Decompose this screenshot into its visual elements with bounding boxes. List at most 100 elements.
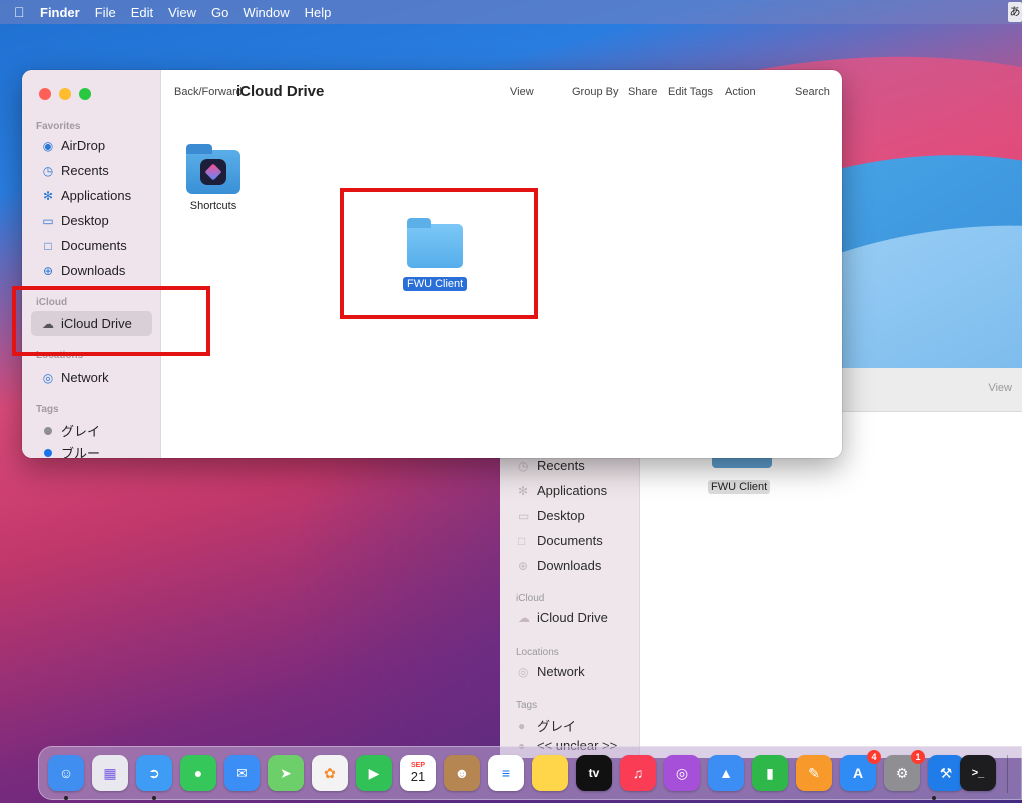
xcode-icon[interactable]: ⚒	[928, 755, 964, 791]
minimize-button[interactable]	[59, 88, 71, 100]
window-controls	[39, 88, 91, 100]
zoom-button[interactable]	[79, 88, 91, 100]
document-icon: □	[518, 533, 526, 548]
sidebar-header-favorites: Favorites	[36, 121, 81, 132]
background-view-button[interactable]: View	[988, 382, 1012, 394]
sidebar-item-label: Desktop	[537, 508, 585, 523]
sidebar-item-label: AirDrop	[61, 138, 106, 153]
running-indicator	[932, 796, 936, 800]
download-icon: ⊕	[518, 558, 529, 573]
bg-folder-label[interactable]: FWU Client	[708, 480, 771, 494]
messages-icon[interactable]: ●	[180, 755, 216, 791]
maps-icon[interactable]: ➤	[268, 755, 304, 791]
menu-finder[interactable]: Finder	[40, 5, 80, 20]
input-source-indicator[interactable]: あ	[1008, 2, 1022, 22]
cloud-icon: ☁	[518, 610, 530, 625]
tag-dot-icon	[44, 448, 52, 457]
finder-icon[interactable]: ☺	[48, 755, 84, 791]
sidebar-item-documents[interactable]: □ Documents	[36, 233, 151, 258]
document-icon: □	[44, 238, 52, 253]
menu-file[interactable]: File	[95, 5, 116, 20]
bg-sidebar-item-desktop[interactable]: ▭ Desktop	[518, 508, 585, 523]
share-button[interactable]: Share	[628, 86, 657, 98]
menu-bar:  Finder File Edit View Go Window Help あ	[0, 0, 1022, 24]
contacts-icon[interactable]: ☻	[444, 755, 480, 791]
music-icon[interactable]: ♫	[620, 755, 656, 791]
sidebar-item-network[interactable]: ◎ Network	[36, 365, 151, 390]
bg-sidebar-item-recents[interactable]: ◷ Recents	[518, 458, 585, 473]
sidebar-item-label: Downloads	[537, 558, 602, 573]
sidebar-item-label: Applications	[61, 188, 132, 203]
menu-help[interactable]: Help	[305, 5, 332, 20]
globe-icon: ◎	[42, 370, 54, 385]
keynote-icon[interactable]: ▲	[708, 755, 744, 791]
action-button[interactable]: Action	[725, 86, 756, 98]
menu-view[interactable]: View	[168, 5, 196, 20]
clock-icon: ◷	[42, 163, 54, 178]
sidebar-item-label: Recents	[61, 163, 109, 178]
bg-sidebar-item-documents[interactable]: □ Documents	[518, 533, 603, 548]
sidebar-item-applications[interactable]: ✻ Applications	[36, 183, 151, 208]
search-button[interactable]: Search	[795, 86, 830, 98]
sidebar-tag-blue[interactable]: ブルー	[36, 440, 151, 458]
menu-go[interactable]: Go	[211, 5, 228, 20]
view-button[interactable]: View	[510, 86, 534, 98]
running-indicator	[64, 796, 68, 800]
desktop-icon: ▭	[518, 508, 530, 523]
safari-icon[interactable]: ➲	[136, 755, 172, 791]
dock: ☺ ▦ ➲ ● ✉ ➤ ✿ ▶ SEP 21 ☻ ≡ tv ♫ ◎ ▲ ▮ ✎ …	[38, 746, 1022, 800]
bg-sidebar-item-network[interactable]: ◎ Network	[518, 664, 585, 679]
appletv-icon[interactable]: tv	[576, 755, 612, 791]
launchpad-icon[interactable]: ▦	[92, 755, 128, 791]
tag-dot-icon	[44, 426, 52, 435]
sidebar-item-recents[interactable]: ◷ Recents	[36, 158, 151, 183]
appstore-icon[interactable]: A4	[840, 750, 881, 791]
bg-sidebar-header-tags: Tags	[516, 700, 538, 711]
window-title: iCloud Drive	[236, 83, 325, 100]
group-by-button[interactable]: Group By	[572, 86, 618, 98]
back-forward-button[interactable]: Back/Forward	[174, 86, 242, 98]
apple-icon[interactable]: 	[14, 4, 40, 20]
folder-item-shortcuts[interactable]: Shortcuts	[186, 144, 240, 212]
menu-edit[interactable]: Edit	[131, 5, 153, 20]
close-button[interactable]	[39, 88, 51, 100]
sidebar-item-desktop[interactable]: ▭ Desktop	[36, 208, 151, 233]
bg-sidebar-header-icloud: iCloud	[516, 593, 545, 604]
sidebar-item-label: グレイ	[61, 424, 101, 439]
shortcuts-folder-icon	[186, 144, 240, 194]
calendar-icon[interactable]: SEP 21	[400, 755, 436, 791]
photos-icon[interactable]: ✿	[312, 755, 348, 791]
numbers-icon[interactable]: ▮	[752, 755, 788, 791]
menu-window[interactable]: Window	[243, 5, 289, 20]
system-preferences-icon[interactable]: ⚙ 1	[884, 750, 925, 791]
item-label: Shortcuts	[189, 200, 237, 212]
sidebar: Favorites ◉ AirDrop ◷ Recents ✻ Applicat…	[22, 70, 161, 458]
bg-sidebar-tag-gray[interactable]: ● グレイ	[518, 716, 576, 735]
sidebar-item-label: iCloud Drive	[537, 610, 608, 625]
bg-sidebar-item-downloads[interactable]: ⊕ Downloads	[518, 558, 601, 573]
sidebar-item-label: Network	[61, 370, 109, 385]
background-sidebar: ◷ Recents ✻ Applications ▭ Desktop □ Documen…	[500, 412, 640, 758]
annotation-highlight-sidebar	[12, 286, 210, 356]
podcasts-icon[interactable]: ◎	[664, 755, 700, 791]
notes-icon[interactable]	[532, 755, 568, 791]
clock-icon: ◷	[518, 458, 529, 473]
sidebar-item-downloads[interactable]: ⊕ Downloads	[36, 258, 151, 283]
sidebar-item-airdrop[interactable]: ◉ AirDrop	[36, 133, 151, 158]
desktop-icon: ▭	[42, 213, 54, 228]
sidebar-item-label: Documents	[537, 533, 603, 548]
download-icon: ⊕	[42, 263, 54, 278]
globe-icon: ◎	[518, 664, 529, 679]
edit-tags-button[interactable]: Edit Tags	[668, 86, 713, 98]
pages-icon[interactable]: ✎	[796, 755, 832, 791]
bg-sidebar-header-locations: Locations	[516, 647, 559, 658]
reminders-icon[interactable]: ≡	[488, 755, 524, 791]
bg-sidebar-item-applications[interactable]: ✻ Applications	[518, 483, 607, 498]
terminal-icon[interactable]: >_	[960, 755, 996, 791]
sidebar-item-label: Network	[537, 664, 585, 679]
mail-icon[interactable]: ✉	[224, 755, 260, 791]
facetime-icon[interactable]: ▶	[356, 755, 392, 791]
bg-sidebar-item-icloud-drive[interactable]: ☁ iCloud Drive	[518, 610, 608, 625]
notification-badge: 1	[911, 750, 925, 764]
annotation-highlight-folder	[340, 188, 538, 319]
